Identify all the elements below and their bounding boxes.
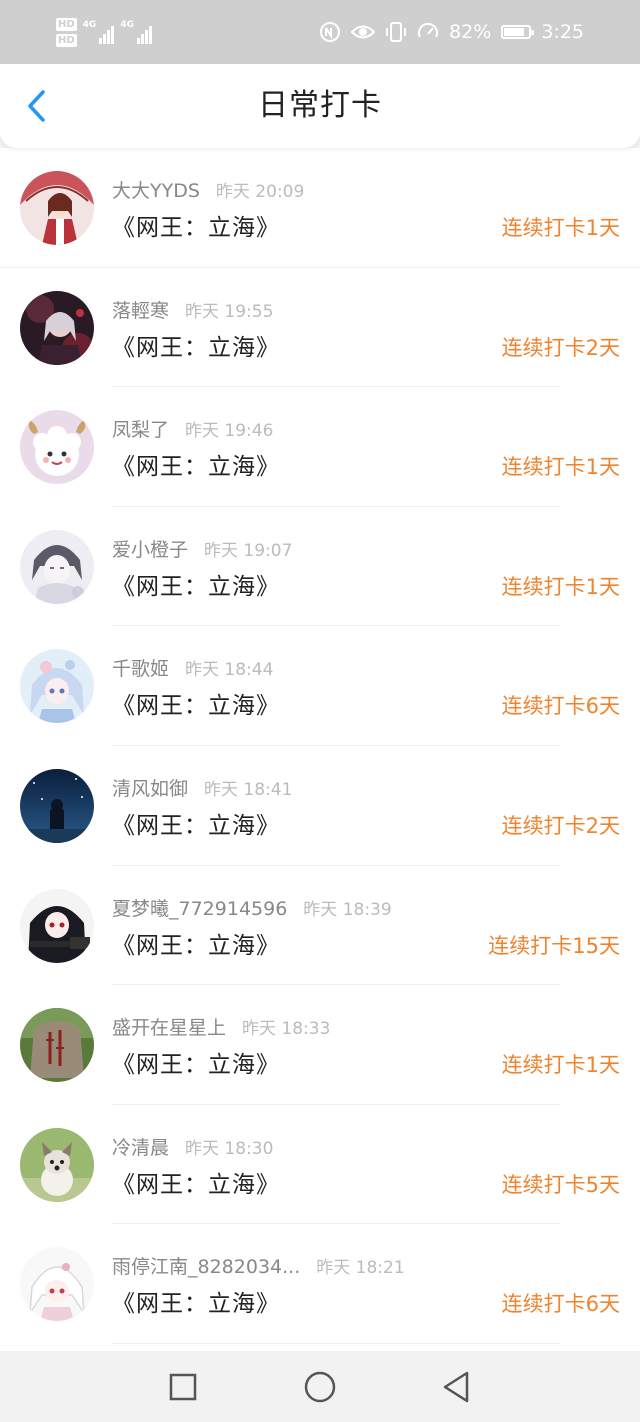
status-right: 82% 3:25 <box>319 18 584 46</box>
checkin-time: 昨天 18:39 <box>303 899 392 920</box>
signal-icon: 4G <box>83 20 115 44</box>
streak-label: 连续打卡2天 <box>501 335 620 360</box>
avatar[interactable] <box>20 171 94 245</box>
checkin-time: 昨天 19:46 <box>185 421 274 442</box>
avatar[interactable] <box>20 529 94 604</box>
checkin-time: 昨天 18:41 <box>204 779 293 800</box>
streak-label: 连续打卡6天 <box>501 1292 620 1317</box>
item-meta: 清风如御 昨天 18:41 <box>112 774 292 801</box>
checkin-time: 昨天 18:21 <box>316 1258 405 1279</box>
item-meta: 爱小橙子 昨天 19:07 <box>112 535 292 562</box>
network-type: 4G <box>120 20 134 30</box>
item-meta: 千歌姬 昨天 18:44 <box>112 654 273 681</box>
book-title: 《网王：立海》 <box>112 1171 280 1198</box>
streak-label: 连续打卡5天 <box>501 1172 620 1197</box>
divider <box>112 1342 560 1344</box>
user-name[interactable]: 雨停江南_8282034... <box>112 1252 300 1279</box>
list-item[interactable]: 清风如御 昨天 18:41 《网王：立海》 连续打卡2天 <box>0 746 640 866</box>
checkin-time: 昨天 19:07 <box>204 540 293 561</box>
nfc-icon <box>319 21 341 43</box>
user-name[interactable]: 凤梨了 <box>112 415 169 442</box>
battery-icon <box>501 25 535 39</box>
item-meta: 冷清晨 昨天 18:30 <box>112 1133 273 1160</box>
book-title: 《网王：立海》 <box>112 334 280 361</box>
book-title: 《网王：立海》 <box>112 812 280 839</box>
home-button[interactable] <box>302 1369 338 1405</box>
user-name[interactable]: 清风如御 <box>112 774 188 801</box>
streak-label: 连续打卡2天 <box>501 813 620 838</box>
battery-fill <box>504 28 525 36</box>
system-nav-bar <box>0 1351 640 1422</box>
streak-label: 连续打卡1天 <box>501 216 620 240</box>
item-meta: 盛开在星星上 昨天 18:33 <box>112 1013 330 1040</box>
checkin-time: 昨天 18:33 <box>242 1019 331 1040</box>
item-meta: 凤梨了 昨天 19:46 <box>112 415 273 442</box>
avatar[interactable] <box>20 410 94 485</box>
book-title: 《网王：立海》 <box>112 932 280 959</box>
status-bar: HD HD 4G 4G 82% 3:25 <box>0 0 640 64</box>
streak-label: 连续打卡6天 <box>501 694 620 719</box>
checkin-time: 昨天 20:09 <box>215 182 305 202</box>
item-meta: 落輕寒 昨天 19:55 <box>112 296 273 323</box>
book-title: 《网王：立海》 <box>112 1291 280 1318</box>
streak-label: 连续打卡1天 <box>501 455 620 480</box>
book-title: 《网王：立海》 <box>112 454 280 481</box>
list-item[interactable]: 雨停江南_8282034... 昨天 18:21 《网王：立海》 连续打卡6天 <box>0 1224 640 1344</box>
checkin-time: 昨天 18:44 <box>185 660 274 681</box>
status-left: HD HD 4G 4G <box>56 12 152 52</box>
hd-badge: HD <box>56 33 77 47</box>
user-name[interactable]: 爱小橙子 <box>112 535 188 562</box>
page-title: 日常打卡 <box>258 88 382 123</box>
avatar[interactable] <box>20 1247 94 1322</box>
speed-icon <box>417 21 439 43</box>
avatar[interactable] <box>20 1127 94 1202</box>
recent-apps-button[interactable] <box>165 1369 201 1405</box>
list-item[interactable]: 凤梨了 昨天 19:46 《网王：立海》 连续打卡1天 <box>0 387 640 507</box>
list-item[interactable]: 冷清晨 昨天 18:30 《网王：立海》 连续打卡5天 <box>0 1105 640 1225</box>
battery-percent: 82% <box>449 21 492 43</box>
list-item[interactable]: 夏梦曦_772914596 昨天 18:39 《网王：立海》 连续打卡15天 <box>0 866 640 986</box>
user-name[interactable]: 落輕寒 <box>112 296 169 323</box>
item-meta: 夏梦曦_772914596 昨天 18:39 <box>112 894 392 921</box>
checkin-time: 昨天 19:55 <box>185 301 274 322</box>
avatar[interactable] <box>20 888 94 963</box>
user-name[interactable]: 夏梦曦_772914596 <box>112 894 287 921</box>
checkin-list: 大大YYDS 昨天 20:09 《网王：立海》 连续打卡1天 落輕寒 昨天 19:55 《网… <box>0 148 640 1351</box>
hd-indicators: HD HD <box>56 17 77 47</box>
list-item[interactable]: 落輕寒 昨天 19:55 《网王：立海》 连续打卡2天 <box>0 268 640 388</box>
avatar[interactable] <box>20 1008 94 1083</box>
hd-badge: HD <box>56 17 77 31</box>
list-item[interactable]: 千歌姬 昨天 18:44 《网王：立海》 连续打卡6天 <box>0 626 640 746</box>
book-title: 《网王：立海》 <box>112 693 280 720</box>
item-meta: 雨停江南_8282034... 昨天 18:21 <box>112 1252 405 1279</box>
list-item[interactable]: 大大YYDS 昨天 20:09 《网王：立海》 连续打卡1天 <box>0 148 640 268</box>
avatar[interactable] <box>20 768 94 843</box>
signal-icon: 4G <box>120 20 152 44</box>
avatar[interactable] <box>20 649 94 724</box>
user-name[interactable]: 冷清晨 <box>112 1133 169 1160</box>
vibrate-icon <box>385 21 407 43</box>
network-type: 4G <box>82 20 97 30</box>
list-item[interactable]: 盛开在星星上 昨天 18:33 《网王：立海》 连续打卡1天 <box>0 985 640 1105</box>
streak-label: 连续打卡1天 <box>501 574 620 599</box>
book-title: 《网王：立海》 <box>112 215 280 241</box>
nav-back-button[interactable] <box>438 1369 474 1405</box>
streak-label: 连续打卡1天 <box>501 1053 620 1078</box>
eye-icon <box>351 23 376 41</box>
book-title: 《网王：立海》 <box>112 573 280 600</box>
triangle-back-icon <box>443 1371 469 1403</box>
header: 日常打卡 <box>0 64 640 148</box>
list-item[interactable]: 爱小橙子 昨天 19:07 《网王：立海》 连续打卡1天 <box>0 507 640 627</box>
user-name[interactable]: 盛开在星星上 <box>112 1013 226 1040</box>
streak-label: 连续打卡15天 <box>488 933 620 958</box>
square-icon <box>169 1373 197 1401</box>
circle-icon <box>304 1371 336 1403</box>
clock: 3:25 <box>541 21 584 43</box>
user-name[interactable]: 大大YYDS <box>112 176 200 203</box>
user-name[interactable]: 千歌姬 <box>112 654 169 681</box>
avatar[interactable] <box>20 290 94 365</box>
checkin-time: 昨天 18:30 <box>185 1138 274 1159</box>
book-title: 《网王：立海》 <box>112 1052 280 1079</box>
item-meta: 大大YYDS 昨天 20:09 <box>112 176 304 203</box>
